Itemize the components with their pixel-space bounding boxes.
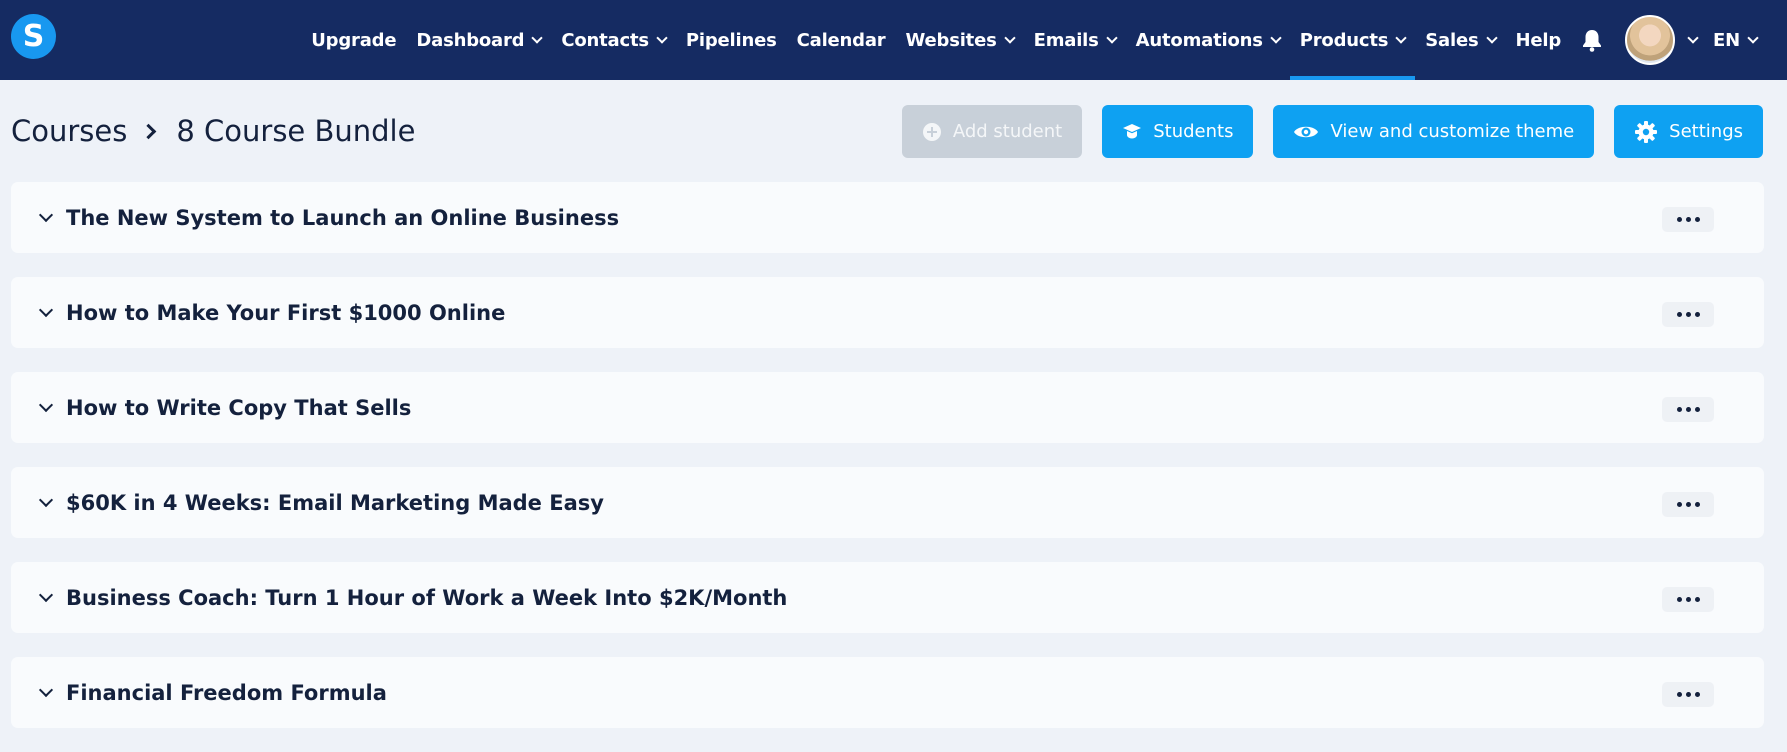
course-title: Business Coach: Turn 1 Hour of Work a We… bbox=[66, 585, 788, 610]
top-navigation: S Upgrade Dashboard Contacts Pipelines C… bbox=[0, 0, 1787, 80]
avatar[interactable] bbox=[1625, 15, 1676, 65]
chevron-down-icon[interactable] bbox=[38, 492, 54, 507]
course-row[interactable]: $60K in 4 Weeks: Email Marketing Made Ea… bbox=[11, 467, 1764, 538]
chevron-down-icon bbox=[1106, 31, 1118, 44]
chevron-down-icon bbox=[1395, 31, 1407, 44]
chevron-down-icon bbox=[1485, 31, 1498, 44]
nav-item-dashboard[interactable]: Dashboard bbox=[406, 0, 551, 80]
settings-button[interactable]: Settings bbox=[1614, 105, 1763, 158]
chevron-right-icon bbox=[141, 123, 157, 139]
nav-item-emails[interactable]: Emails bbox=[1024, 0, 1126, 80]
nav-item-label: Sales bbox=[1425, 29, 1479, 51]
nav-item-label: Websites bbox=[905, 29, 997, 51]
course-row[interactable]: Business Coach: Turn 1 Hour of Work a We… bbox=[11, 562, 1764, 633]
language-label: EN bbox=[1713, 29, 1740, 51]
nav-item-label: Help bbox=[1515, 29, 1562, 51]
nav-item-help[interactable]: Help bbox=[1506, 0, 1572, 80]
language-selector[interactable]: EN bbox=[1703, 0, 1767, 80]
course-title: $60K in 4 Weeks: Email Marketing Made Ea… bbox=[66, 490, 604, 515]
course-list: The New System to Launch an Online Busin… bbox=[11, 182, 1764, 752]
nav-item-websites[interactable]: Websites bbox=[895, 0, 1023, 80]
nav-item-pipelines[interactable]: Pipelines bbox=[676, 0, 787, 80]
add-student-label: Add student bbox=[952, 121, 1063, 142]
chevron-down-icon[interactable] bbox=[38, 587, 54, 602]
course-row[interactable]: The New System to Launch an Online Busin… bbox=[11, 182, 1764, 253]
chevron-down-icon bbox=[1003, 31, 1016, 44]
nav-item-upgrade[interactable]: Upgrade bbox=[301, 0, 406, 80]
students-label: Students bbox=[1153, 121, 1234, 142]
course-title: Financial Freedom Formula bbox=[66, 680, 387, 705]
breadcrumb: Courses 8 Course Bundle bbox=[11, 114, 415, 148]
more-options-button[interactable] bbox=[1662, 397, 1714, 422]
nav-item-calendar[interactable]: Calendar bbox=[787, 0, 896, 80]
gear-icon bbox=[1634, 120, 1658, 144]
nav-item-automations[interactable]: Automations bbox=[1126, 0, 1290, 80]
nav-item-label: Emails bbox=[1033, 29, 1099, 51]
chevron-down-icon bbox=[1270, 31, 1282, 44]
course-title: How to Make Your First $1000 Online bbox=[66, 300, 506, 325]
students-button[interactable]: Students bbox=[1102, 105, 1254, 158]
chevron-down-icon[interactable] bbox=[38, 397, 54, 412]
settings-label: Settings bbox=[1669, 121, 1743, 142]
header-actions: Add student Students View and customize … bbox=[901, 105, 1763, 158]
view-customize-theme-button[interactable]: View and customize theme bbox=[1273, 105, 1595, 158]
chevron-down-icon[interactable] bbox=[38, 207, 54, 222]
course-row[interactable]: Financial Freedom Formula bbox=[11, 657, 1764, 728]
more-options-button[interactable] bbox=[1662, 492, 1714, 517]
nav-item-contacts[interactable]: Contacts bbox=[551, 0, 676, 80]
nav-item-label: Calendar bbox=[796, 29, 886, 51]
course-title: The New System to Launch an Online Busin… bbox=[66, 205, 620, 230]
chevron-down-icon bbox=[1747, 31, 1759, 44]
nav-item-label: Dashboard bbox=[416, 29, 525, 51]
nav-item-label: Upgrade bbox=[311, 29, 397, 51]
page-title: 8 Course Bundle bbox=[176, 114, 416, 148]
chevron-down-icon bbox=[531, 31, 544, 44]
chevron-down-icon bbox=[1687, 31, 1699, 44]
nav-item-label: Contacts bbox=[561, 29, 649, 51]
nav-item-sales[interactable]: Sales bbox=[1415, 0, 1505, 80]
more-options-button[interactable] bbox=[1662, 587, 1714, 612]
chevron-down-icon[interactable] bbox=[38, 682, 54, 697]
course-row[interactable]: How to Make Your First $1000 Online bbox=[11, 277, 1764, 348]
nav-item-products[interactable]: Products bbox=[1289, 0, 1416, 80]
nav-item-label: Pipelines bbox=[685, 29, 777, 51]
graduation-cap-icon bbox=[1122, 122, 1142, 142]
user-menu[interactable] bbox=[1619, 0, 1703, 80]
nav-item-label: Automations bbox=[1135, 29, 1263, 51]
breadcrumb-courses-link[interactable]: Courses bbox=[11, 114, 127, 148]
more-options-button[interactable] bbox=[1662, 682, 1714, 707]
plus-circle-icon bbox=[922, 122, 942, 142]
chevron-down-icon bbox=[656, 31, 668, 44]
page-header: Courses 8 Course Bundle Add student Stud… bbox=[0, 80, 1787, 180]
course-title: How to Write Copy That Sells bbox=[66, 395, 412, 420]
more-options-button[interactable] bbox=[1662, 302, 1714, 327]
eye-icon bbox=[1293, 123, 1319, 141]
course-row[interactable]: How to Write Copy That Sells bbox=[11, 372, 1764, 443]
notifications-bell-icon[interactable] bbox=[1575, 0, 1609, 80]
nav-menu: Upgrade Dashboard Contacts Pipelines Cal… bbox=[301, 0, 1767, 80]
more-options-button[interactable] bbox=[1662, 207, 1714, 232]
view-theme-label: View and customize theme bbox=[1330, 121, 1575, 142]
nav-item-label: Products bbox=[1299, 29, 1389, 51]
logo[interactable]: S bbox=[11, 14, 56, 59]
add-student-button[interactable]: Add student bbox=[901, 105, 1083, 158]
chevron-down-icon[interactable] bbox=[38, 302, 54, 317]
